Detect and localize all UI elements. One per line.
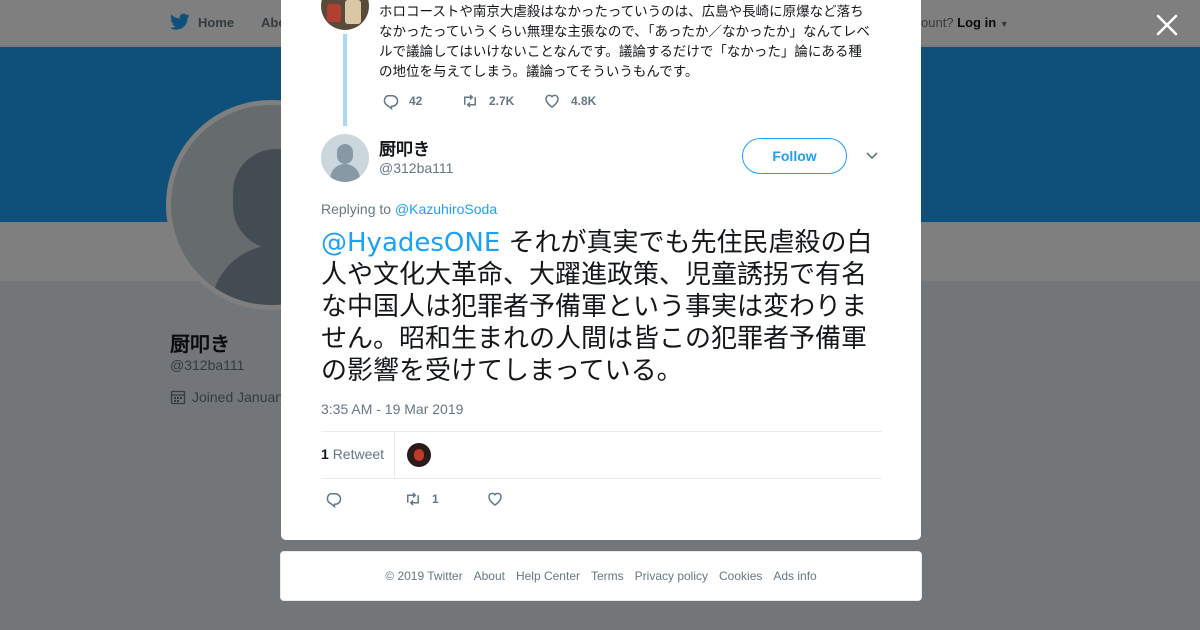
footer-link-privacy[interactable]: Privacy policy bbox=[635, 569, 708, 583]
footer: © 2019 Twitter About Help Center Terms P… bbox=[280, 551, 922, 601]
avatar-head-shape bbox=[337, 144, 353, 164]
tweet-timestamp[interactable]: 3:35 AM - 19 Mar 2019 bbox=[321, 401, 463, 417]
reply-count: 42 bbox=[409, 94, 423, 108]
retweet-stat-link[interactable]: 1 Retweet bbox=[321, 446, 384, 462]
tweet-stats: 1 Retweet bbox=[321, 431, 882, 479]
like-icon bbox=[488, 492, 502, 506]
retweet-button[interactable]: 1 bbox=[404, 490, 486, 508]
avatar-detail bbox=[345, 0, 361, 24]
footer-link-cookies[interactable]: Cookies bbox=[719, 569, 762, 583]
follow-button[interactable]: Follow bbox=[742, 138, 847, 174]
parent-tweet-avatar[interactable] bbox=[321, 0, 369, 30]
footer-copyright: © 2019 Twitter bbox=[385, 569, 463, 583]
footer-link-about[interactable]: About bbox=[474, 569, 505, 583]
tweet-modal: ホロコーストや南京大虐殺はなかったっていうのは、広島や長崎に原爆など落ちなかった… bbox=[281, 0, 921, 540]
replying-to: Replying to @KazuhiroSoda bbox=[321, 201, 497, 217]
parent-tweet-text: ホロコーストや南京大虐殺はなかったっていうのは、広島や長崎に原爆など落ちなかった… bbox=[379, 4, 870, 80]
like-button[interactable] bbox=[486, 490, 504, 508]
tweet-mention-link[interactable]: @HyadesONE bbox=[321, 228, 500, 258]
footer-link-help-center[interactable]: Help Center bbox=[516, 569, 580, 583]
retweet-icon bbox=[407, 492, 419, 506]
replying-to-link[interactable]: @KazuhiroSoda bbox=[395, 201, 497, 217]
chevron-down-icon[interactable] bbox=[865, 150, 879, 162]
close-icon[interactable] bbox=[1154, 12, 1180, 38]
footer-link-terms[interactable]: Terms bbox=[591, 569, 624, 583]
avatar-shoulders-shape bbox=[330, 164, 360, 182]
thread-connector-line bbox=[343, 34, 347, 126]
retweet-stat-label: Retweet bbox=[332, 446, 385, 462]
tweet-actions: 1 bbox=[324, 490, 504, 508]
tweet-author-avatar[interactable] bbox=[321, 134, 369, 182]
parent-tweet-actions: 42 2.7K 4.8K bbox=[381, 92, 596, 110]
avatar-detail bbox=[327, 4, 341, 22]
reply-icon bbox=[383, 95, 399, 110]
like-button[interactable]: 4.8K bbox=[543, 92, 596, 110]
reply-icon bbox=[326, 493, 342, 508]
like-count: 4.8K bbox=[571, 94, 597, 108]
retweet-stat-count: 1 bbox=[321, 446, 329, 462]
avatar-detail bbox=[414, 449, 424, 461]
reply-button[interactable] bbox=[324, 490, 404, 508]
tweet-author-name[interactable]: 厨叩き bbox=[379, 135, 430, 160]
retweet-button[interactable]: 2.7K bbox=[461, 92, 543, 110]
replying-prefix: Replying to bbox=[321, 201, 392, 217]
reply-button[interactable]: 42 bbox=[381, 92, 461, 110]
tweet-text: @HyadesONE それが真実でも先住民虐殺の白人や文化大革命、大躍進政策、児… bbox=[321, 227, 881, 387]
retweeter-avatar[interactable] bbox=[407, 443, 431, 467]
footer-link-ads-info[interactable]: Ads info bbox=[773, 569, 816, 583]
retweet-count: 1 bbox=[432, 492, 439, 506]
retweet-icon bbox=[464, 94, 476, 108]
tweet-author-handle[interactable]: @312ba111 bbox=[379, 160, 453, 176]
retweet-count: 2.7K bbox=[489, 94, 515, 108]
like-icon bbox=[545, 94, 559, 108]
stats-divider bbox=[394, 432, 395, 478]
